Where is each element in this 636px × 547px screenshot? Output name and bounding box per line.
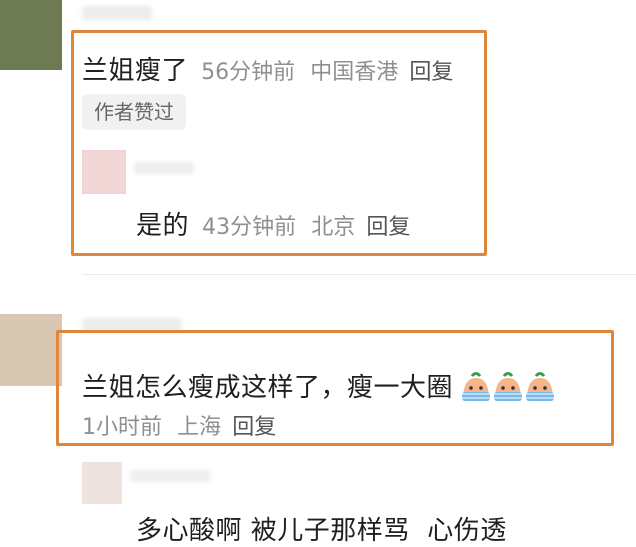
comment-time: 43分钟前	[202, 215, 297, 240]
reply-line: 是的 43分钟前 北京 回复	[136, 205, 410, 242]
comment-time: 56分钟前	[201, 60, 296, 85]
reply-button[interactable]: 回复	[409, 60, 453, 85]
username-blurred	[134, 162, 194, 174]
comment-location: 中国香港	[310, 60, 399, 85]
avatar[interactable]	[82, 462, 122, 504]
username-blurred	[82, 6, 152, 20]
comment-text: 是的	[136, 211, 190, 241]
comment-line: 兰姐瘦了 56分钟前 中国香港 回复	[82, 50, 453, 87]
avatar[interactable]	[82, 150, 126, 194]
comment-text: 兰姐怎么瘦成这样了，瘦一大圈	[82, 373, 454, 403]
comment-text: 多心酸啊 被儿子那样骂 心伤透	[136, 516, 507, 546]
comment-location: 北京	[311, 215, 356, 240]
divider	[82, 274, 636, 275]
comment-meta-line: 1小时前 上海 回复	[82, 409, 276, 441]
comment-line: 兰姐怎么瘦成这样了，瘦一大圈	[82, 367, 556, 406]
reply-button[interactable]: 回复	[232, 415, 276, 440]
comment-text: 兰姐瘦了	[82, 56, 189, 86]
reply-button[interactable]: 回复	[366, 215, 410, 240]
comment-time: 1小时前	[82, 415, 162, 440]
author-liked-badge: 作者赞过	[82, 94, 186, 130]
reply-line: 多心酸啊 被儿子那样骂 心伤透	[136, 510, 507, 547]
avatar[interactable]	[0, 314, 62, 386]
comment-location: 上海	[177, 415, 222, 440]
crying-face-emoji	[460, 370, 556, 406]
avatar[interactable]	[0, 0, 62, 70]
username-blurred	[130, 470, 210, 482]
